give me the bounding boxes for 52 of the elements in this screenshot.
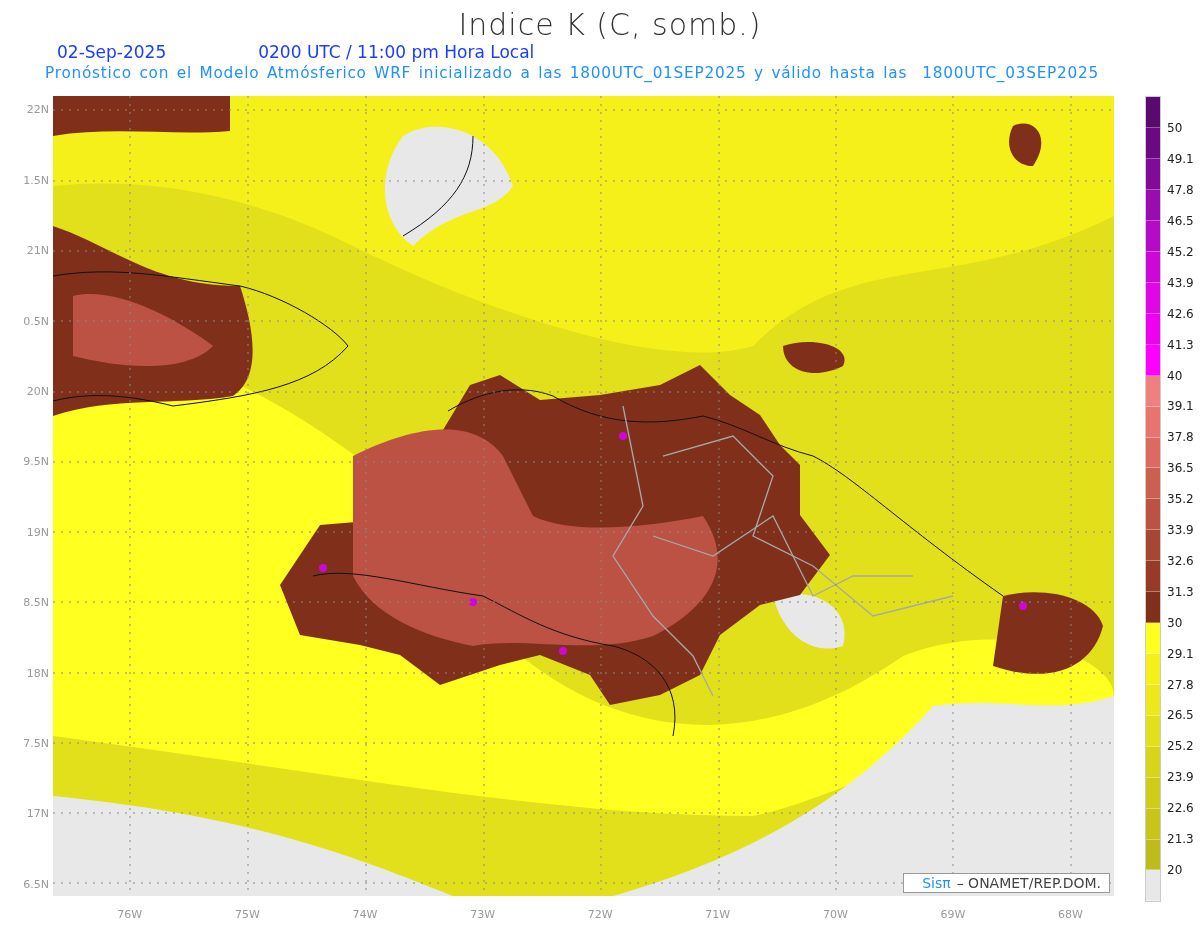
longitude-label: 73W bbox=[469, 908, 496, 922]
latitude-label: 1.5N bbox=[23, 173, 49, 188]
scale-label: 40 bbox=[1167, 367, 1184, 385]
scale-label: 45.2 bbox=[1167, 243, 1194, 261]
scale-label: 37.8 bbox=[1167, 429, 1194, 447]
scale-label: 43.9 bbox=[1167, 274, 1194, 292]
scale-label: 27.8 bbox=[1167, 676, 1194, 694]
scale-label: 20 bbox=[1167, 862, 1184, 879]
longitude-label: 69W bbox=[939, 908, 967, 922]
map-title: Indice K (C, somb.) bbox=[458, 6, 762, 42]
forecast-time: 0200 UTC / 11:00 pm Hora Local bbox=[258, 41, 535, 62]
latitude-label: 9.5N bbox=[23, 455, 49, 470]
longitude-label: 72W bbox=[586, 908, 614, 922]
scale-label: 26.5 bbox=[1167, 707, 1194, 725]
latitude-label: 22N bbox=[26, 103, 49, 118]
scale-label: 42.6 bbox=[1167, 305, 1194, 323]
scale-label: 49.1 bbox=[1167, 151, 1194, 169]
longitude-label: 71W bbox=[704, 908, 732, 922]
longitude-label: 68W bbox=[1057, 908, 1084, 922]
credit-text: – ONAMET/REP.DOM. bbox=[956, 875, 1101, 892]
scale-label: 39.1 bbox=[1167, 398, 1194, 416]
longitude-label: 75W bbox=[233, 908, 261, 922]
latitude-label: 7.5N bbox=[23, 736, 49, 751]
latitude-label: 6.5N bbox=[23, 877, 49, 892]
latitude-label: 19N bbox=[26, 525, 49, 540]
brand-name: Sisπ bbox=[922, 875, 951, 892]
forecast-date: 02-Sep-2025 bbox=[57, 41, 167, 62]
longitude-label: 76W bbox=[116, 908, 144, 922]
scale-label: 32.6 bbox=[1167, 552, 1194, 570]
scale-label: 36.5 bbox=[1167, 460, 1194, 478]
scale-label: 23.9 bbox=[1167, 769, 1194, 787]
latitude-label: 18N bbox=[26, 666, 49, 681]
latitude-label: 0.5N bbox=[23, 314, 49, 329]
scale-label: 33.9 bbox=[1167, 522, 1194, 540]
latitude-label: 21N bbox=[26, 244, 49, 259]
scale-label: 50 bbox=[1167, 120, 1184, 138]
scale-label: 46.5 bbox=[1167, 213, 1194, 230]
forecast-description: Pronóstico con el Modelo Atmósferico WRF inicializado a las 1800UTC_01SEP2025 y válido hasta las 1800UTC_03SEP2025 bbox=[45, 64, 1099, 82]
latitude-label: 17N bbox=[26, 807, 49, 822]
scale-label: 22.6 bbox=[1167, 800, 1194, 818]
scale-label: 30 bbox=[1167, 614, 1184, 632]
scale-label: 31.3 bbox=[1167, 583, 1194, 601]
scale-label: 41.3 bbox=[1167, 336, 1194, 354]
scale-label: 35.2 bbox=[1167, 491, 1194, 509]
latitude-label: 8.5N bbox=[23, 596, 49, 611]
scale-label: 25.2 bbox=[1167, 738, 1194, 756]
scale-label: 21.3 bbox=[1167, 831, 1194, 849]
longitude-label: 74W bbox=[351, 908, 379, 922]
latitude-label: 20N bbox=[26, 384, 49, 399]
scale-label: 29.1 bbox=[1167, 645, 1194, 663]
scale-label: 47.8 bbox=[1167, 182, 1194, 200]
longitude-label: 70W bbox=[821, 908, 849, 922]
